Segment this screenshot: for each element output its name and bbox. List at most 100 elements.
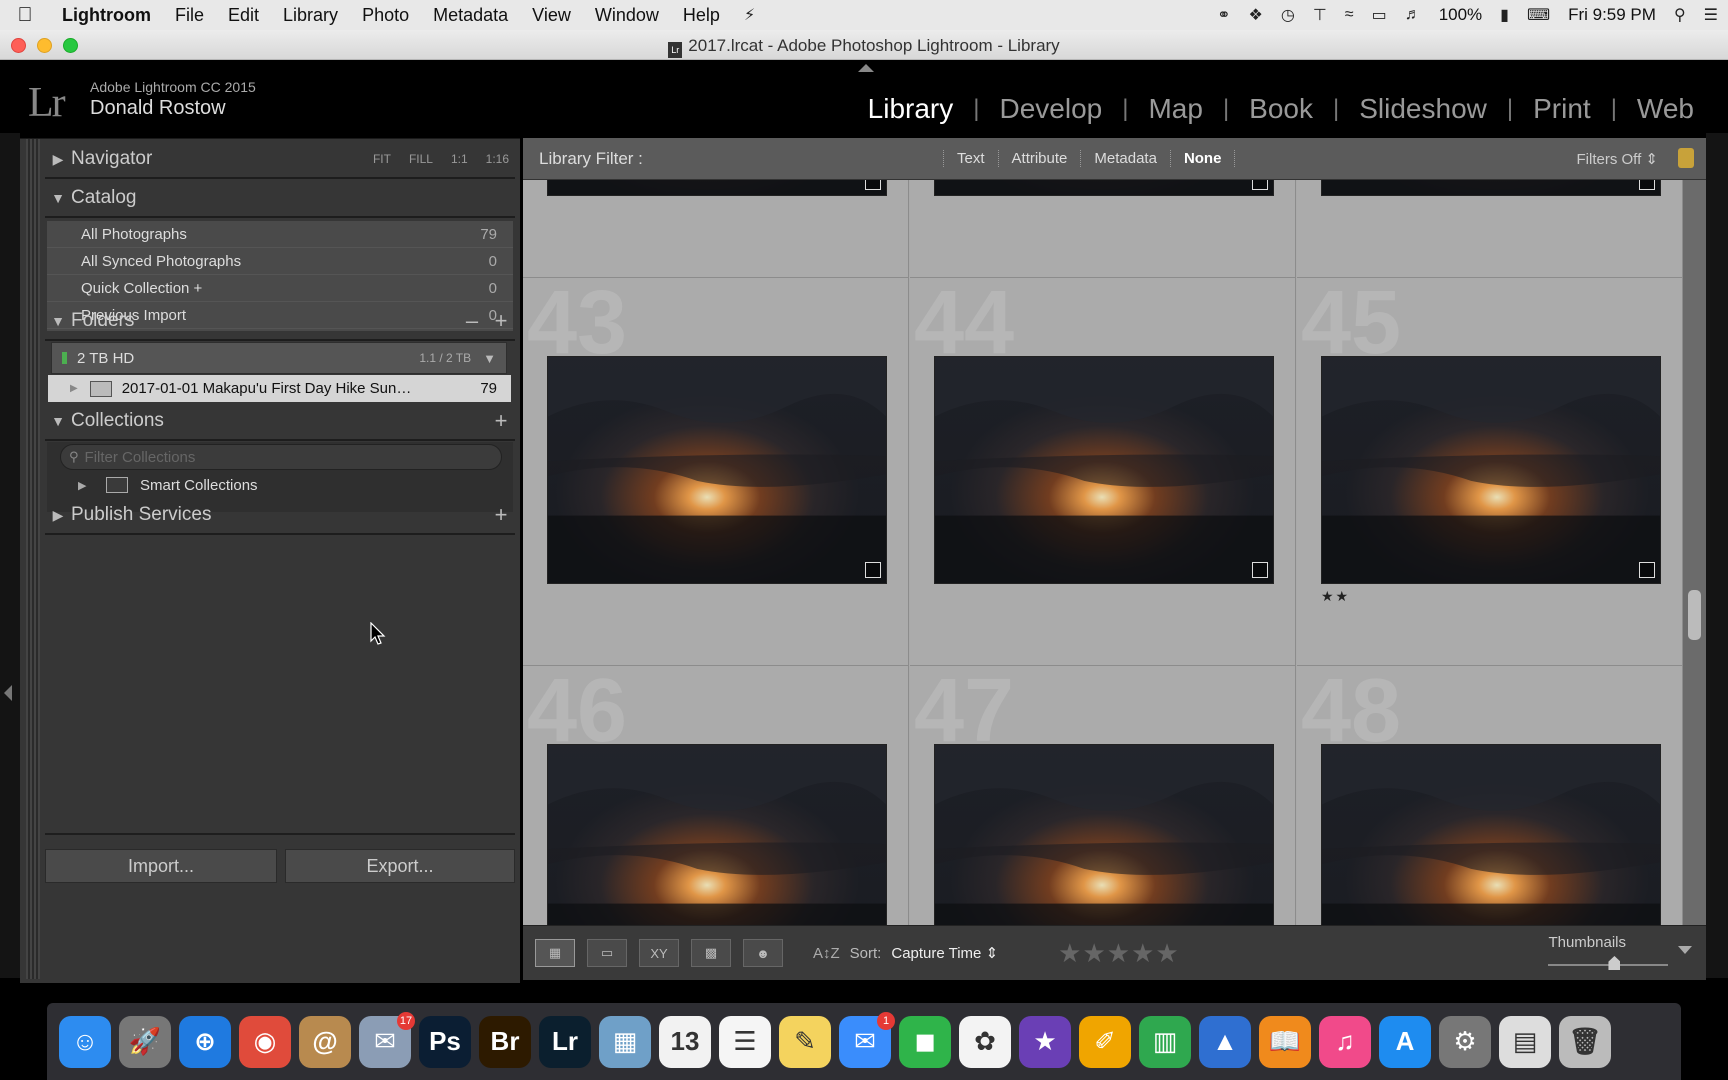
menu-window[interactable]: Window [583, 5, 671, 26]
messages-dock-icon[interactable]: ✉ 1 [839, 1011, 895, 1068]
airplay-icon[interactable]: ▭ [1372, 5, 1387, 25]
photo-thumbnail[interactable] [1321, 356, 1661, 584]
edited-badge-icon[interactable] [1252, 562, 1268, 578]
grid-cell[interactable]: 42 [1297, 180, 1683, 278]
photoshop-dock-icon[interactable]: Ps [419, 1015, 471, 1068]
chevron-down-icon[interactable]: ▼ [483, 351, 496, 366]
sort-dropdown[interactable]: Capture Time ⇕ [891, 944, 998, 962]
photo-thumbnail[interactable] [547, 744, 887, 925]
appstore-dock-icon[interactable]: A [1379, 1015, 1431, 1068]
itunes-dock-icon[interactable]: ♫ [1319, 1015, 1371, 1068]
photos-dock-icon[interactable]: ✿ [959, 1015, 1011, 1068]
left-panel-toggle-icon[interactable] [4, 685, 12, 701]
photo-thumbnail[interactable] [547, 356, 887, 584]
smart-collections-row[interactable]: ▶ Smart Collections [78, 471, 258, 499]
filter-none[interactable]: None [1169, 150, 1236, 167]
chrome-dock-icon[interactable]: ◉ [239, 1015, 291, 1068]
system-preferences-dock-icon[interactable]: ⚙ [1439, 1015, 1491, 1068]
filter-metadata[interactable]: Metadata [1080, 150, 1170, 167]
zoom-1-16[interactable]: 1:16 [486, 152, 509, 166]
photo-thumbnail[interactable] [934, 180, 1274, 196]
catalog-item-quick-collection[interactable]: Quick Collection +0 [47, 275, 513, 302]
wifi-icon[interactable]: ≈ [1345, 6, 1354, 24]
menu-help[interactable]: Help [671, 5, 732, 26]
battery-percent[interactable]: 100% [1439, 5, 1482, 25]
apple-menu-icon[interactable]:  [0, 4, 50, 27]
grid-cell[interactable]: 48 [1297, 666, 1683, 925]
zoom-1-1[interactable]: 1:1 [451, 152, 468, 166]
filters-off-dropdown[interactable]: Filters Off ⇕ [1577, 150, 1658, 168]
filter-collections-field[interactable]: ⚲ [60, 444, 502, 470]
contacts-dock-icon[interactable]: @ [299, 1015, 351, 1068]
menu-view[interactable]: View [520, 5, 583, 26]
catalog-item-all-photographs[interactable]: All Photographs 79 [47, 221, 513, 248]
finder-dock-icon[interactable]: ☺ [59, 1015, 111, 1068]
folder-row-selected[interactable]: ▶ 2017-01-01 Makapu'u First Day Hike Sun… [48, 375, 511, 402]
keynote-dock-icon[interactable]: ▲ [1199, 1015, 1251, 1068]
volume-bar[interactable]: 2 TB HD 1.1 / 2 TB ▼ [51, 342, 507, 374]
expand-triangle-icon[interactable]: ▶ [78, 479, 106, 492]
menu-metadata[interactable]: Metadata [421, 5, 520, 26]
filter-collections-input[interactable] [84, 448, 465, 466]
numbers-dock-icon[interactable]: ▥ [1139, 1015, 1191, 1068]
notification-center-icon[interactable]: ☰ [1704, 5, 1718, 25]
calendar-dock-icon[interactable]: 13 [659, 1015, 711, 1068]
trash-dock-icon[interactable]: 🗑 [1559, 1015, 1611, 1068]
menubar-clock[interactable]: Fri 9:59 PM [1568, 5, 1656, 25]
expand-triangle-icon[interactable]: ▶ [45, 507, 71, 524]
collapse-triangle-icon[interactable]: ▼ [45, 313, 71, 329]
people-view-icon[interactable]: ☻ [743, 939, 783, 967]
safari-dock-icon[interactable]: ⊕ [179, 1015, 231, 1068]
photo-rating[interactable]: ★★ [1321, 588, 1350, 605]
catalog-item-all-synced[interactable]: All Synced Photographs 0 [47, 248, 513, 275]
module-develop[interactable]: Develop [980, 93, 1123, 125]
reminders-dock-icon[interactable]: ☰ [719, 1015, 771, 1068]
keyboard-icon[interactable]: ⌨ [1527, 5, 1550, 25]
bridge-dock-icon[interactable]: Br [479, 1015, 531, 1068]
grid-cell[interactable]: 47 [910, 666, 1296, 925]
edited-badge-icon[interactable] [1639, 180, 1655, 190]
navigator-header[interactable]: ▶ Navigator FIT FILL 1:1 1:16 [45, 141, 515, 179]
grid-cell[interactable]: 44 [910, 278, 1296, 666]
edited-badge-icon[interactable] [865, 562, 881, 578]
creative-cloud-icon[interactable]: ⚭ [1217, 5, 1230, 25]
grid-cell[interactable]: 46 [523, 666, 909, 925]
rating-stars[interactable]: ★★★★★ [1058, 938, 1180, 969]
toolbar-menu-chevron-icon[interactable] [1678, 946, 1692, 954]
pages-dock-icon[interactable]: ✐ [1079, 1015, 1131, 1068]
photo-thumbnail[interactable] [547, 180, 887, 196]
export-button[interactable]: Export... [285, 849, 515, 883]
imovie-dock-icon[interactable]: ★ [1019, 1015, 1071, 1068]
module-map[interactable]: Map [1128, 93, 1222, 125]
menu-app-name[interactable]: Lightroom [50, 5, 163, 26]
top-panel-toggle-icon[interactable] [858, 64, 874, 72]
collapse-triangle-icon[interactable]: ▼ [45, 190, 71, 206]
left-panel-grip[interactable] [26, 139, 40, 979]
downloads-dock-icon[interactable]: ▤ [1499, 1015, 1551, 1068]
ibooks-dock-icon[interactable]: 📖 [1259, 1015, 1311, 1068]
bluetooth-icon[interactable]: ⊤ [1313, 5, 1327, 25]
add-publish-service-icon[interactable]: + [487, 502, 515, 528]
volume-icon[interactable]: ♬ [1405, 6, 1421, 24]
loupe-view-icon[interactable]: ▭ [587, 939, 627, 967]
menu-photo[interactable]: Photo [350, 5, 421, 26]
grid-cell[interactable]: 40 [523, 180, 909, 278]
photo-thumbnail[interactable] [934, 744, 1274, 925]
catalog-header[interactable]: ▼ Catalog [45, 180, 515, 218]
module-library[interactable]: Library [848, 93, 974, 125]
module-slideshow[interactable]: Slideshow [1339, 93, 1507, 125]
menu-edit[interactable]: Edit [216, 5, 271, 26]
module-print[interactable]: Print [1513, 93, 1611, 125]
battery-icon[interactable]: ▮ [1500, 5, 1509, 25]
collections-header[interactable]: ▼ Collections + [45, 403, 515, 441]
grid-cell[interactable]: 45 ★★ [1297, 278, 1683, 666]
module-web[interactable]: Web [1617, 93, 1714, 125]
collapse-triangle-icon[interactable]: ▼ [45, 413, 71, 429]
expand-triangle-icon[interactable]: ▶ [45, 151, 71, 168]
filter-attribute[interactable]: Attribute [997, 150, 1081, 167]
menu-file[interactable]: File [163, 5, 216, 26]
edited-badge-icon[interactable] [1252, 180, 1268, 190]
zoom-fill[interactable]: FILL [409, 152, 433, 166]
facetime-dock-icon[interactable]: ◼ [899, 1015, 951, 1068]
module-book[interactable]: Book [1229, 93, 1333, 125]
